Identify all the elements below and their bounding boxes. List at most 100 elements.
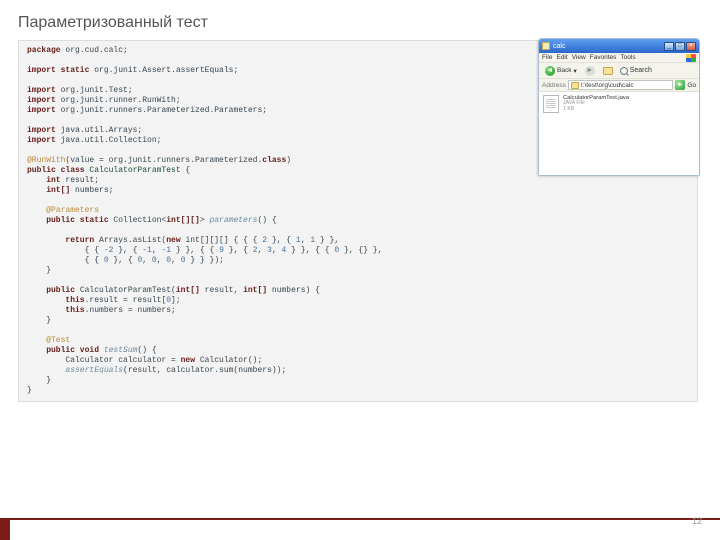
- address-bar: Address I:\test\org\cud\calc ► Go: [539, 79, 699, 92]
- c2: ,: [152, 246, 162, 255]
- footer-accent: [0, 518, 10, 540]
- imp2: org.junit.runner.RunWith;: [56, 96, 181, 105]
- rw-open: (value = org.junit.runners.Parameterized…: [65, 156, 262, 165]
- kw-this: this: [65, 296, 84, 305]
- file-item[interactable]: CalculatorParamTest.java JAVA File 1 KB: [543, 95, 695, 113]
- close-button[interactable]: ×: [686, 42, 696, 51]
- kw-pv: public void: [46, 346, 99, 355]
- kw-import: import: [27, 96, 56, 105]
- pkg: org.cud.calc;: [61, 46, 128, 55]
- go-button[interactable]: ►: [675, 80, 685, 90]
- retr2: int[][][] { { {: [181, 236, 263, 245]
- kw-return: return: [65, 236, 94, 245]
- up-button[interactable]: [600, 66, 616, 76]
- fld-result: result;: [61, 176, 99, 185]
- ctor: CalculatorParamTest(: [75, 286, 176, 295]
- c7: ,: [171, 256, 181, 265]
- meth-test: testSum: [99, 346, 137, 355]
- forward-button[interactable]: ►: [582, 65, 598, 77]
- kw-import-static: import static: [27, 66, 89, 75]
- fld-numbers: numbers;: [70, 186, 113, 195]
- address-field[interactable]: I:\test\org\cud\calc: [568, 80, 673, 90]
- rw-close: ): [286, 156, 291, 165]
- imp4: java.util.Arrays;: [56, 126, 142, 135]
- kw-import: import: [27, 106, 56, 115]
- footer-bar: [0, 518, 720, 540]
- kw-new: new: [166, 236, 180, 245]
- kw-new2: new: [181, 356, 195, 365]
- file-info: CalculatorParamTest.java JAVA File 1 KB: [563, 95, 629, 113]
- menu-tools[interactable]: Tools: [620, 54, 635, 61]
- kw-this2: this: [65, 306, 84, 315]
- retr: Arrays.asList(: [94, 236, 166, 245]
- window-title: calc: [553, 43, 565, 50]
- row3c: } } });: [186, 256, 224, 265]
- row2e: } }, { {: [286, 246, 334, 255]
- file-area[interactable]: CalculatorParamTest.java JAVA File 1 KB: [539, 92, 699, 175]
- menu-file[interactable]: File: [542, 54, 552, 61]
- row2d: }, {: [224, 246, 253, 255]
- ann-test: @Test: [46, 336, 70, 345]
- test-rest: () {: [137, 346, 156, 355]
- windows-flag-icon: [686, 54, 696, 62]
- kw-public: public: [46, 286, 75, 295]
- c5: ,: [142, 256, 152, 265]
- maximize-button[interactable]: □: [675, 42, 685, 51]
- c1: ,: [301, 236, 311, 245]
- ann-parameters: @Parameters: [46, 206, 99, 215]
- menu-fav[interactable]: Favorites: [590, 54, 617, 61]
- go-label: Go: [687, 82, 696, 89]
- back-button[interactable]: ◄Back ▾: [542, 65, 580, 77]
- kw-pubstat: public static: [46, 216, 108, 225]
- coll2: >: [200, 216, 210, 225]
- footer-line: [0, 518, 720, 520]
- row3: { {: [27, 256, 104, 265]
- ann-runwith: @RunWith: [27, 156, 65, 165]
- kw-import: import: [27, 86, 56, 95]
- row2: { {: [27, 246, 104, 255]
- toolbar: ◄Back ▾ ► Search: [539, 63, 699, 79]
- assert: assertEquals: [65, 366, 123, 375]
- minimize-button[interactable]: _: [664, 42, 674, 51]
- nm2: -2: [104, 246, 114, 255]
- cb4: }: [27, 386, 32, 395]
- imp3: org.junit.runners.Parameterized.Paramete…: [56, 106, 267, 115]
- search-button[interactable]: Search: [620, 67, 652, 75]
- folder-icon: [542, 42, 550, 50]
- kw-int2: int[]: [176, 286, 200, 295]
- menubar[interactable]: File Edit View Favorites Tools: [539, 53, 699, 63]
- imp5: java.util.Collection;: [56, 136, 162, 145]
- kw-import: import: [27, 126, 56, 135]
- c4: ,: [272, 246, 282, 255]
- p-result: result,: [200, 286, 243, 295]
- kw-intarr2: int[][]: [166, 216, 200, 225]
- slide: Параметризованный тест package org.cud.c…: [0, 0, 720, 540]
- imp1: org.junit.Test;: [56, 86, 133, 95]
- coll: Collection<: [109, 216, 167, 225]
- this1b: ];: [171, 296, 181, 305]
- file-size: 1 KB: [563, 107, 629, 113]
- kw-intarr: int[]: [46, 186, 70, 195]
- kw-class: class: [262, 156, 286, 165]
- cb3: }: [46, 376, 51, 385]
- cb2: }: [46, 316, 51, 325]
- calc-line2: Calculator();: [195, 356, 262, 365]
- search-label: Search: [630, 67, 652, 74]
- m1r: () {: [257, 216, 276, 225]
- retr3: }, {: [267, 236, 296, 245]
- address-path: I:\test\org\cud\calc: [581, 82, 634, 89]
- retr4: } },: [315, 236, 339, 245]
- cb1: }: [46, 266, 51, 275]
- row2b: }, {: [113, 246, 142, 255]
- menu-view[interactable]: View: [572, 54, 586, 61]
- explorer-window: calc _ □ × File Edit View Favorites Tool…: [538, 38, 700, 176]
- class-name: CalculatorParamTest: [85, 166, 181, 175]
- this2: .numbers = numbers;: [85, 306, 176, 315]
- page-number: 12: [692, 516, 702, 526]
- row2c: } }, { {: [171, 246, 219, 255]
- c6: ,: [157, 256, 167, 265]
- nm1: -1: [142, 246, 152, 255]
- titlebar[interactable]: calc _ □ ×: [539, 39, 699, 53]
- search-icon: [620, 67, 628, 75]
- menu-edit[interactable]: Edit: [556, 54, 567, 61]
